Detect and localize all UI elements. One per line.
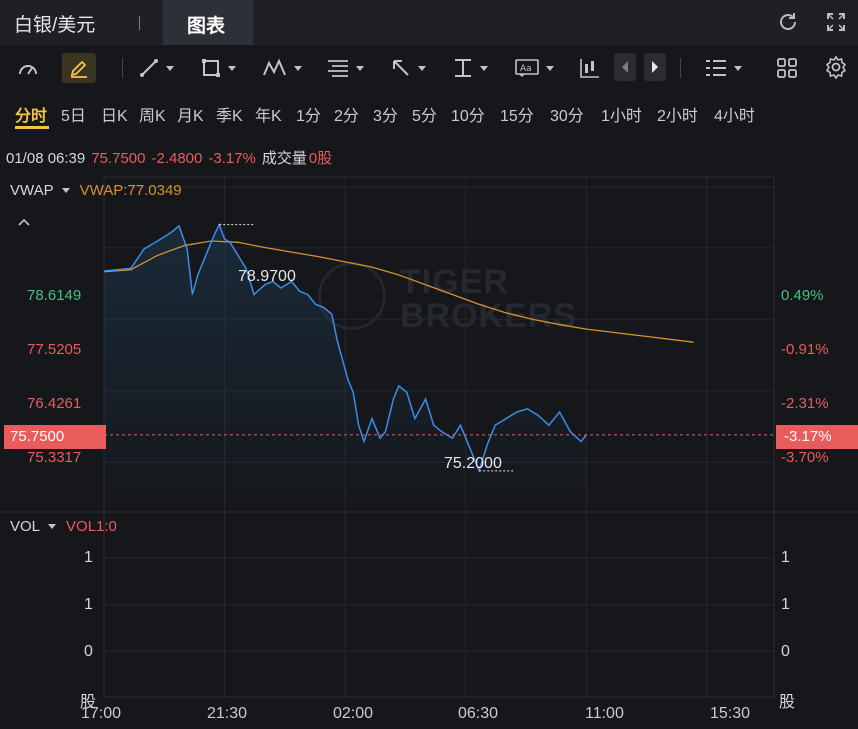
vwap-dropdown-icon[interactable] [61, 188, 70, 193]
current-price-tag-right: -3.17% [776, 425, 858, 449]
price-axis-right-3: -2.31% [781, 395, 829, 412]
vwap-header[interactable]: VWAP VWAP:77.0349 [10, 182, 182, 199]
current-price-tag-left: 75.7500 [4, 425, 106, 449]
price-axis-right-4: -3.70% [781, 449, 829, 466]
vwap-value: VWAP:77.0349 [79, 182, 182, 199]
vol-axis-right-1: 1 [781, 549, 790, 566]
vol-dropdown-icon[interactable] [48, 524, 57, 529]
vol-label: VOL [10, 518, 41, 535]
price-axis-left-3: 76.4261 [27, 395, 82, 412]
x-tick-4: 06:30 [458, 705, 499, 722]
vol-axis-right-2: 1 [781, 596, 790, 613]
low-annotation: 75.2000 [444, 455, 502, 472]
price-axis-left-2: 77.5205 [27, 341, 82, 358]
x-tick-3: 02:00 [333, 705, 374, 722]
price-axis-left-4: 75.3317 [27, 449, 82, 466]
vol-header[interactable]: VOL VOL1:0 [10, 518, 117, 535]
vol-axis-left-2: 1 [84, 596, 93, 613]
x-tick-2: 21:30 [207, 705, 248, 722]
x-tick-6: 15:30 [710, 705, 751, 722]
price-axis-left-1: 78.6149 [27, 287, 82, 304]
vol-axis-left-1: 1 [84, 549, 93, 566]
vol-axis-left-3: 0 [84, 643, 93, 660]
high-annotation: 78.9700 [238, 268, 296, 285]
price-axis-right-1: 0.49% [781, 287, 824, 304]
x-tick-1: 17:00 [81, 705, 122, 722]
x-tick-5: 11:00 [585, 705, 624, 722]
vol-value: VOL1:0 [66, 518, 117, 535]
vwap-label: VWAP [10, 182, 54, 199]
vol-axis-right-unit: 股 [779, 694, 796, 711]
vol-axis-right-3: 0 [781, 643, 790, 660]
price-chart[interactable] [0, 0, 858, 729]
chevron-up-icon[interactable] [17, 214, 31, 232]
price-axis-right-2: -0.91% [781, 341, 829, 358]
